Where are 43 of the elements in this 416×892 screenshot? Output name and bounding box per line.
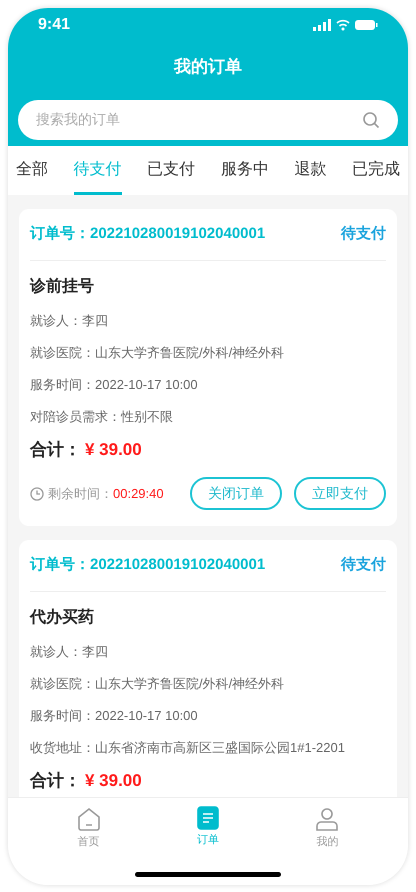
order-detail: 就诊医院：山东大学齐鲁医院/外科/神经外科 <box>30 675 286 693</box>
remaining-time: 00:29:40 <box>113 484 164 503</box>
nav-item[interactable]: 首页 <box>76 806 102 850</box>
order-status: 待支付 <box>341 555 386 576</box>
search-icon[interactable] <box>362 110 380 128</box>
service-title: 代办买药 <box>30 608 95 628</box>
home-icon <box>76 806 102 832</box>
close-order-button[interactable]: 关闭订单 <box>190 477 282 510</box>
clock-icon <box>30 486 44 500</box>
order-status: 待支付 <box>341 224 386 244</box>
filter-tab[interactable]: 已完成 <box>352 146 400 194</box>
page-title: 我的订单 <box>172 56 243 78</box>
wifi-icon <box>336 19 350 31</box>
total-price: ¥ 39.00 <box>85 438 142 460</box>
nav-item[interactable]: 我的 <box>314 806 340 850</box>
order-detail: 就诊医院：山东大学齐鲁医院/外科/神经外科 <box>30 344 286 362</box>
filter-tab[interactable]: 待支付 <box>74 146 122 194</box>
total-label: 合计： <box>30 438 81 460</box>
order-number: 订单号：202210280019102040001 <box>30 555 266 576</box>
remaining-time-label: 剩余时间： <box>48 484 113 503</box>
document-icon <box>196 806 219 830</box>
nav-item[interactable]: 订单 <box>196 806 219 850</box>
order-detail: 服务时间：2022-10-17 10:00 <box>30 376 199 394</box>
filter-tab[interactable]: 全部 <box>16 146 48 194</box>
status-time: 9:41 <box>38 15 70 35</box>
total-price: ¥ 39.00 <box>85 770 142 792</box>
total-label: 合计： <box>30 770 81 792</box>
order-detail: 服务时间：2022-10-17 10:00 <box>30 707 199 725</box>
search-bar[interactable]: 搜索我的订单 <box>18 100 398 140</box>
filter-tab[interactable]: 服务中 <box>220 146 269 194</box>
filter-tab[interactable]: 退款 <box>294 146 326 194</box>
order-detail: 对陪诊员需求：性别不限 <box>30 408 174 426</box>
signal-icon <box>313 19 331 31</box>
search-field[interactable]: 搜索我的订单 <box>36 109 362 130</box>
order-detail: 收货地址：山东省济南市高新区三盛国际公园1#1-2201 <box>30 739 346 757</box>
order-number: 订单号：202210280019102040001 <box>30 224 266 244</box>
filter-tab[interactable]: 已支付 <box>147 146 196 194</box>
order-detail: 就诊人：李四 <box>30 312 109 330</box>
person-icon <box>314 806 340 832</box>
service-title: 诊前挂号 <box>30 276 95 296</box>
order-detail: 就诊人：李四 <box>30 643 109 661</box>
pay-button[interactable]: 立即支付 <box>294 477 386 510</box>
battery-icon <box>355 19 378 31</box>
